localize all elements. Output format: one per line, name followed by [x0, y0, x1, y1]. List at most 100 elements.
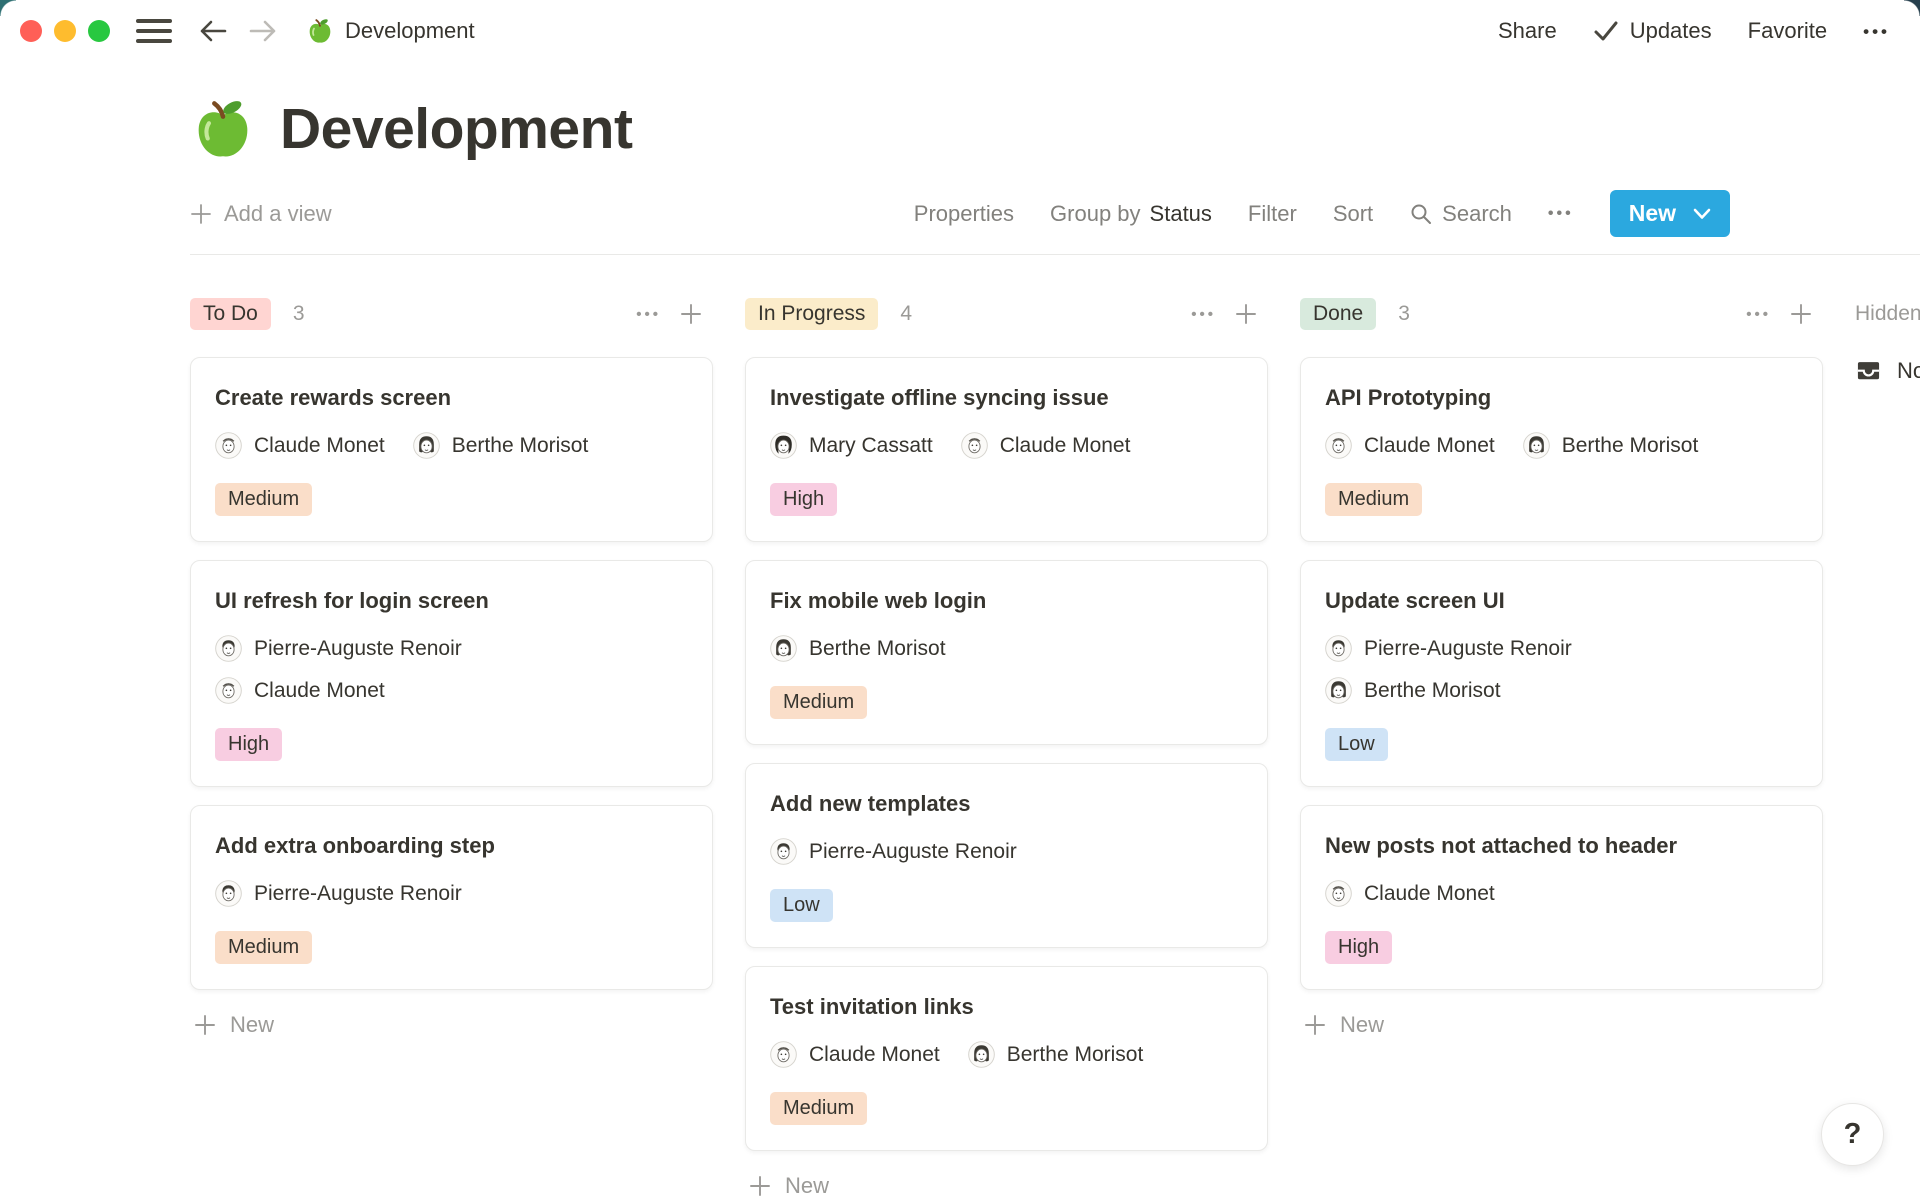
- card-title: Update screen UI: [1325, 588, 1798, 614]
- assignee-chip[interactable]: Claude Monet: [215, 432, 385, 459]
- card[interactable]: New posts not attached to header Claude M…: [1300, 805, 1823, 990]
- priority-tag[interactable]: High: [215, 728, 282, 761]
- forward-arrow-icon[interactable]: [248, 18, 278, 44]
- column-new-card-button[interactable]: New: [190, 1012, 713, 1038]
- column-add-card-icon[interactable]: [1789, 302, 1813, 326]
- assignee-chip[interactable]: Claude Monet: [961, 432, 1131, 459]
- column-add-card-icon[interactable]: [679, 302, 703, 326]
- assignee-chip[interactable]: Berthe Morisot: [770, 635, 946, 662]
- priority-tag[interactable]: Medium: [215, 483, 312, 516]
- assignee-chip[interactable]: Pierre-Auguste Renoir: [215, 880, 462, 907]
- plus-icon: [1303, 1013, 1327, 1037]
- card-title: Create rewards screen: [215, 385, 688, 411]
- favorite-button[interactable]: Favorite: [1748, 18, 1827, 44]
- zoom-window-button[interactable]: [88, 20, 110, 42]
- assignee-chip[interactable]: Berthe Morisot: [1523, 432, 1699, 459]
- avatar-cassatt: [770, 432, 797, 459]
- check-icon: [1593, 20, 1619, 42]
- card[interactable]: API Prototyping Claude Monet Berthe Moriso…: [1300, 357, 1823, 542]
- share-button[interactable]: Share: [1498, 18, 1557, 44]
- card[interactable]: Test invitation links Claude Monet Berthe …: [745, 966, 1268, 1151]
- card-assignee-row: Pierre-Auguste Renoir: [215, 635, 688, 662]
- column-status-tag[interactable]: Done: [1300, 298, 1376, 330]
- priority-tag[interactable]: Medium: [215, 931, 312, 964]
- new-button[interactable]: New: [1610, 190, 1730, 237]
- priority-tag[interactable]: Low: [770, 889, 833, 922]
- priority-tag[interactable]: Medium: [1325, 483, 1422, 516]
- column-header: In Progress4•••: [745, 295, 1268, 333]
- card-title: New posts not attached to header: [1325, 833, 1798, 859]
- card[interactable]: Fix mobile web loginBerthe MorisotMedium: [745, 560, 1268, 745]
- assignee-name: Mary Cassatt: [809, 434, 933, 458]
- assignee-chip[interactable]: Mary Cassatt: [770, 432, 933, 459]
- assignee-chip[interactable]: Claude Monet: [770, 1041, 940, 1068]
- add-view-button[interactable]: Add a view: [190, 201, 332, 227]
- card-title: Test invitation links: [770, 994, 1243, 1020]
- search-icon: [1409, 202, 1433, 226]
- priority-tag[interactable]: Medium: [770, 686, 867, 719]
- breadcrumb[interactable]: Development: [306, 17, 475, 45]
- breadcrumb-title: Development: [345, 18, 475, 44]
- column-actions: •••: [1191, 302, 1258, 326]
- assignee-chip[interactable]: Pierre-Auguste Renoir: [1325, 635, 1572, 662]
- sidebar-menu-icon[interactable]: [136, 19, 172, 43]
- group-by-value: Status: [1150, 201, 1212, 227]
- sort-button[interactable]: Sort: [1333, 201, 1373, 227]
- page-title[interactable]: Development: [280, 96, 632, 162]
- card-title: API Prototyping: [1325, 385, 1798, 411]
- column-actions: •••: [636, 302, 703, 326]
- board-column-done: Done3•••API PrototypingClaude MonetBerth…: [1300, 295, 1823, 1038]
- assignee-chip[interactable]: Claude Monet: [1325, 880, 1495, 907]
- filter-button[interactable]: Filter: [1248, 201, 1297, 227]
- column-cards: API Prototyping Claude Monet Berthe Moriso…: [1300, 357, 1823, 990]
- card[interactable]: Investigate offline syncing issueMary Ca…: [745, 357, 1268, 542]
- priority-tag[interactable]: High: [1325, 931, 1392, 964]
- toolbar-more-icon[interactable]: •••: [1548, 205, 1574, 223]
- priority-tag[interactable]: Low: [1325, 728, 1388, 761]
- search-button[interactable]: Search: [1409, 201, 1512, 227]
- plus-icon: [1789, 302, 1813, 326]
- group-by-button[interactable]: Group by Status: [1050, 201, 1212, 227]
- updates-button[interactable]: Updates: [1593, 18, 1712, 44]
- column-more-icon[interactable]: •••: [1746, 307, 1771, 322]
- plus-icon: [1234, 302, 1258, 326]
- card[interactable]: Add new templatesPierre-Auguste RenoirLo…: [745, 763, 1268, 948]
- topbar-more-icon[interactable]: •••: [1863, 23, 1890, 40]
- card[interactable]: Add extra onboarding step Pierre-Auguste …: [190, 805, 713, 990]
- column-add-card-icon[interactable]: [1234, 302, 1258, 326]
- assignee-chip[interactable]: Claude Monet: [1325, 432, 1495, 459]
- assignee-chip[interactable]: Pierre-Auguste Renoir: [215, 635, 462, 662]
- assignee-chip[interactable]: Claude Monet: [215, 677, 385, 704]
- assignee-chip[interactable]: Pierre-Auguste Renoir: [770, 838, 1017, 865]
- hidden-group-label: No Status: [1897, 358, 1920, 384]
- column-status-tag[interactable]: To Do: [190, 298, 271, 330]
- column-more-icon[interactable]: •••: [1191, 307, 1216, 322]
- card[interactable]: Create rewards screen Claude Monet Berthe …: [190, 357, 713, 542]
- column-more-icon[interactable]: •••: [636, 307, 661, 322]
- page-green-apple-icon[interactable]: [190, 96, 256, 162]
- card[interactable]: Update screen UI Pierre-Auguste Renoir Ber…: [1300, 560, 1823, 787]
- help-button[interactable]: ?: [1821, 1103, 1884, 1166]
- properties-button[interactable]: Properties: [914, 201, 1014, 227]
- column-status-tag[interactable]: In Progress: [745, 298, 878, 330]
- priority-tag[interactable]: Medium: [770, 1092, 867, 1125]
- minimize-window-button[interactable]: [54, 20, 76, 42]
- plus-icon: [679, 302, 703, 326]
- new-card-label: New: [230, 1012, 274, 1038]
- green-apple-icon: [306, 17, 334, 45]
- avatar-morisot: [413, 432, 440, 459]
- hidden-group-no-status[interactable]: No Status: [1855, 357, 1920, 384]
- column-new-card-button[interactable]: New: [1300, 1012, 1823, 1038]
- assignee-chip[interactable]: Berthe Morisot: [1325, 677, 1501, 704]
- close-window-button[interactable]: [20, 20, 42, 42]
- column-new-card-button[interactable]: New: [745, 1173, 1268, 1199]
- assignee-name: Pierre-Auguste Renoir: [809, 840, 1017, 864]
- priority-tag[interactable]: High: [770, 483, 837, 516]
- assignee-chip[interactable]: Berthe Morisot: [968, 1041, 1144, 1068]
- card-assignee-row: Pierre-Auguste Renoir: [1325, 635, 1798, 662]
- card-title: UI refresh for login screen: [215, 588, 688, 614]
- assignee-chip[interactable]: Berthe Morisot: [413, 432, 589, 459]
- back-arrow-icon[interactable]: [198, 18, 228, 44]
- card-title: Add extra onboarding step: [215, 833, 688, 859]
- card[interactable]: UI refresh for login screen Pierre-August…: [190, 560, 713, 787]
